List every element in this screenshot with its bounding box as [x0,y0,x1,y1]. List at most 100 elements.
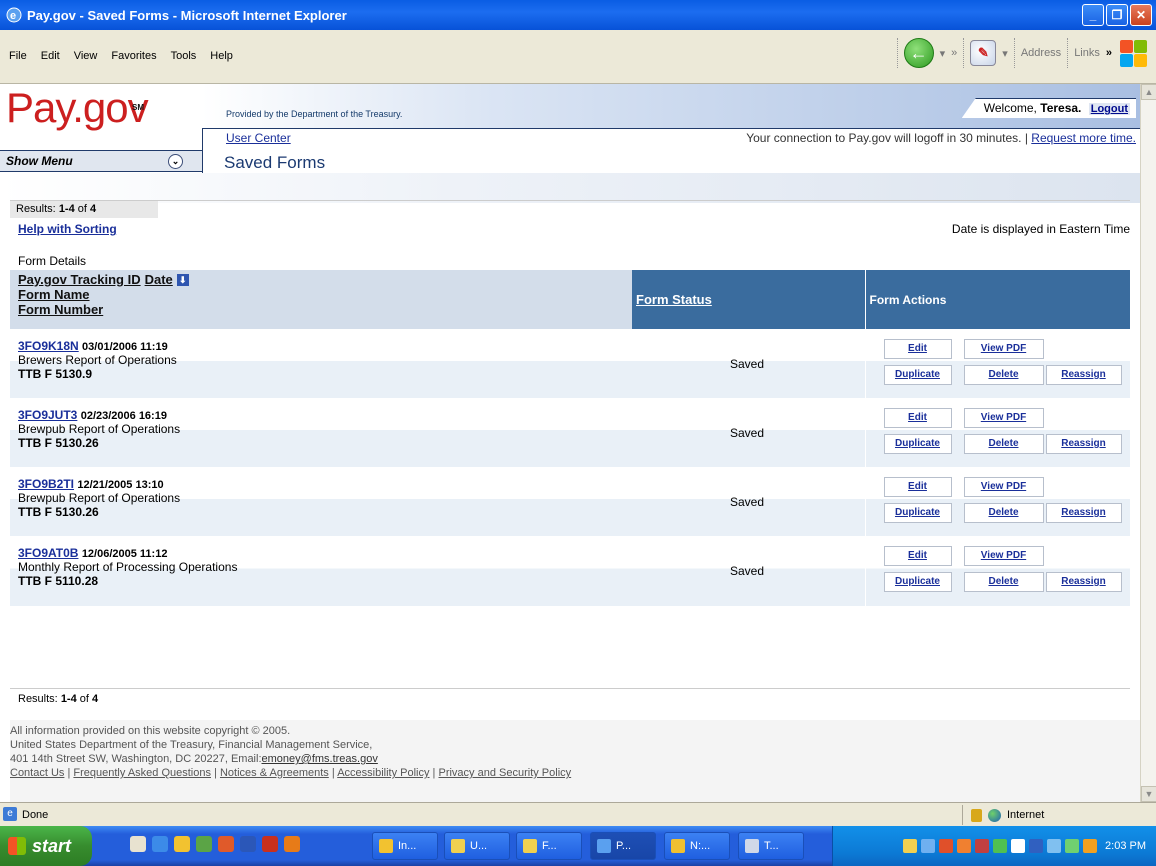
tracking-id-link[interactable]: 3FO9B2TI [18,477,74,491]
close-button[interactable]: ✕ [1130,4,1152,26]
tracking-id-link[interactable]: 3FO9JUT3 [18,408,77,422]
tray-icon[interactable] [1083,839,1098,853]
duplicate-button[interactable]: Duplicate [883,434,952,454]
tray-icon[interactable] [939,839,954,853]
sort-form-status-link[interactable]: Form Status [636,292,712,307]
pdf-dropdown-icon[interactable]: ▾ [1002,47,1008,60]
user-name: Teresa. [1040,101,1082,115]
duplicate-button[interactable]: Duplicate [883,572,952,592]
quick-launch-icon[interactable] [152,836,168,852]
sort-date-link[interactable]: Date [145,272,173,287]
quick-launch-icon[interactable] [284,836,300,852]
task-app-icon [671,839,685,853]
taskbar-task-button[interactable]: U... [444,832,510,860]
delete-button[interactable]: Delete [963,572,1044,592]
reassign-button[interactable]: Reassign [1045,434,1122,454]
delete-button[interactable]: Delete [963,365,1044,385]
duplicate-button[interactable]: Duplicate [883,503,952,523]
address-label[interactable]: Address [1021,47,1061,59]
toolbar-chevron-icon[interactable]: » [951,47,957,59]
start-button[interactable]: start [0,826,92,866]
quick-launch-icon[interactable] [262,836,278,852]
sort-descending-icon[interactable]: ⬇ [176,273,189,286]
logout-link[interactable]: Logout [1088,103,1130,115]
links-label[interactable]: Links [1074,47,1100,59]
menu-file[interactable]: File [8,48,28,64]
footer-link[interactable]: Notices & Agreements [220,767,329,779]
sort-form-number-link[interactable]: Form Number [18,302,624,317]
vertical-scrollbar[interactable]: ▲ ▼ [1140,84,1156,802]
quick-launch-icon[interactable] [196,836,212,852]
menu-favorites[interactable]: Favorites [110,48,157,64]
pdf-icon[interactable]: ✎ [970,40,997,66]
edit-button[interactable]: Edit [883,408,952,428]
quick-launch-icon[interactable] [218,836,234,852]
footer-link[interactable]: Frequently Asked Questions [73,767,211,779]
request-more-time-link[interactable]: Request more time. [1031,131,1136,145]
edit-button[interactable]: Edit [883,477,952,497]
taskbar-task-button[interactable]: In... [372,832,438,860]
reassign-button[interactable]: Reassign [1045,503,1122,523]
form-name: Brewpub Report of Operations [18,422,181,436]
delete-button[interactable]: Delete [963,503,1044,523]
taskbar-task-button[interactable]: F... [516,832,582,860]
footer-link[interactable]: Privacy and Security Policy [438,767,571,779]
footer-link[interactable]: Accessibility Policy [337,767,429,779]
tray-icon[interactable] [1047,839,1062,853]
taskbar-task-button[interactable]: T... [738,832,804,860]
footer-link[interactable]: Contact Us [10,767,64,779]
tracking-id-link[interactable]: 3FO9K18N [18,339,79,353]
scroll-down-arrow-icon[interactable]: ▼ [1141,786,1156,802]
sort-tracking-id-link[interactable]: Pay.gov Tracking ID [18,272,141,287]
view-pdf-button[interactable]: View PDF [963,408,1044,428]
minimize-button[interactable]: _ [1082,4,1104,26]
user-center-link[interactable]: User Center [226,131,291,145]
tray-icon[interactable] [993,839,1008,853]
show-menu-toggle[interactable]: Show Menu ⌄ [0,150,202,172]
address-text: 401 14th Street SW, Washington, DC 20227… [10,753,262,765]
task-app-icon [597,839,611,853]
menu-help[interactable]: Help [209,48,234,64]
clock[interactable]: 2:03 PM [1105,840,1146,852]
help-with-sorting-link[interactable]: Help with Sorting [18,222,117,236]
view-pdf-button[interactable]: View PDF [963,339,1044,359]
results-count-bottom: Results: 1-4 of 4 [10,688,1130,712]
security-zone[interactable]: Internet [962,805,1142,825]
browser-viewport: Pay.gov SM Provided by the Department of… [0,84,1140,802]
menu-tools[interactable]: Tools [170,48,198,64]
menu-view[interactable]: View [73,48,99,64]
duplicate-button[interactable]: Duplicate [883,365,952,385]
reassign-button[interactable]: Reassign [1045,365,1122,385]
view-pdf-button[interactable]: View PDF [963,477,1044,497]
sort-form-name-link[interactable]: Form Name [18,287,624,302]
menu-edit[interactable]: Edit [40,48,61,64]
tray-icon[interactable] [957,839,972,853]
taskbar-task-button[interactable]: P... [590,832,656,860]
taskbar-task-button[interactable]: N:... [664,832,730,860]
view-pdf-button[interactable]: View PDF [963,546,1044,566]
scroll-up-arrow-icon[interactable]: ▲ [1141,84,1156,100]
quick-launch-icon[interactable] [240,836,256,852]
email-link[interactable]: emoney@fms.treas.gov [262,753,378,765]
chevron-down-icon[interactable]: ⌄ [168,154,183,169]
form-date: 03/01/2006 11:19 [82,341,168,353]
quick-launch-icon[interactable] [130,836,146,852]
window-title-bar[interactable]: e Pay.gov - Saved Forms - Microsoft Inte… [0,0,1156,30]
signal-icon[interactable] [1065,839,1080,853]
back-dropdown-icon[interactable]: ▾ [940,47,946,60]
quick-launch-icon[interactable] [174,836,190,852]
links-chevron-icon[interactable]: » [1106,47,1112,59]
tray-icon[interactable] [975,839,990,853]
delete-button[interactable]: Delete [963,434,1044,454]
tray-icon[interactable] [1011,839,1026,853]
tracking-id-link[interactable]: 3FO9AT0B [18,546,78,560]
edit-button[interactable]: Edit [883,339,952,359]
paygov-logo[interactable]: Pay.gov SM [6,87,149,129]
back-arrow-icon[interactable]: ← [903,38,934,68]
edit-button[interactable]: Edit [883,546,952,566]
tray-icon[interactable] [903,839,918,853]
tray-icon[interactable] [1029,839,1044,853]
maximize-button[interactable]: ❐ [1106,4,1128,26]
tray-icon[interactable] [921,839,936,853]
reassign-button[interactable]: Reassign [1045,572,1122,592]
